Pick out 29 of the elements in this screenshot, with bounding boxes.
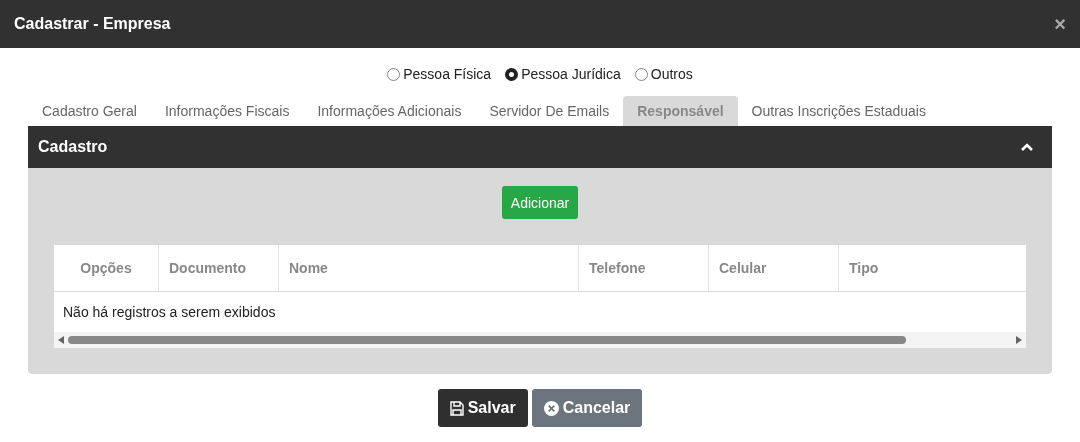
column-header: Celular [708,245,838,291]
tab[interactable]: Informações Fiscais [150,96,304,126]
tab[interactable]: Informações Adicionais [303,96,476,126]
column-header: Documento [158,245,278,291]
scroll-left-icon[interactable] [58,336,64,344]
panel-title: Cadastro [38,138,108,156]
scroll-right-icon[interactable] [1016,336,1022,344]
radio-label: Outros [650,66,693,82]
cancel-button[interactable]: Cancelar [531,389,643,427]
tab[interactable]: Cadastro Geral [28,96,151,126]
save-button[interactable]: Salvar [437,389,528,427]
empty-message: Não há registros a serem exibidos [62,303,277,322]
add-button[interactable]: Adicionar [501,186,579,219]
column-header: Tipo [838,245,1026,291]
column-header: Telefone [578,245,708,291]
radio-label: Pessoa Física [403,66,492,82]
column-header: Opções [79,259,133,278]
horizontal-scrollbar[interactable] [54,332,1026,348]
radio-label: Pessoa Jurídica [521,66,621,82]
tab[interactable]: Outras Inscrições Estaduais [737,96,940,126]
close-circle-icon [543,400,559,416]
radio-button[interactable] [505,67,519,81]
radio-button[interactable] [387,67,401,81]
radio-button[interactable] [634,67,648,81]
close-button[interactable]: × [1054,12,1066,36]
window-title: Cadastrar - Empresa [14,15,171,33]
tab[interactable]: Servidor De Emails [475,96,624,126]
chevron-up-icon[interactable] [1020,142,1034,152]
column-header: Nome [278,245,578,291]
